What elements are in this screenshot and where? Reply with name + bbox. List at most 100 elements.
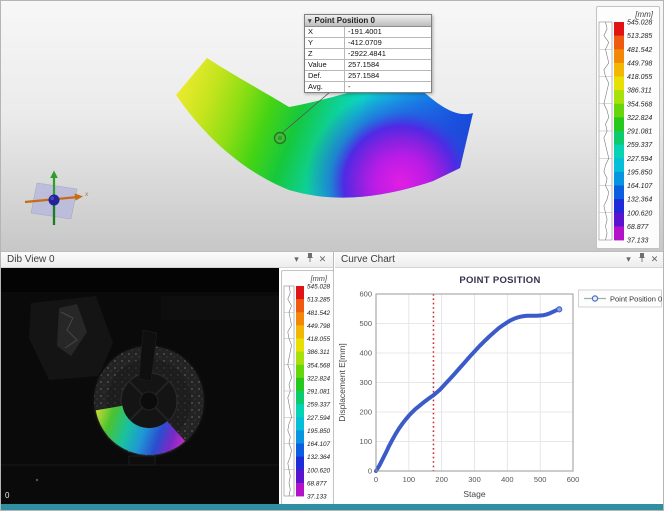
x-tick-label: 400 <box>501 475 514 484</box>
scale-value: 322.824 <box>307 375 331 382</box>
scale-segment <box>296 470 304 484</box>
panel-title: Dib View 0 <box>5 254 290 265</box>
scale-value: 513.285 <box>627 33 652 40</box>
scale-segment <box>296 312 304 326</box>
measure-point-marker[interactable] <box>275 133 286 144</box>
pin-icon[interactable] <box>635 252 648 268</box>
x-tick-label: 0 <box>374 475 378 484</box>
tooltip-title: Point Position 0 <box>315 16 375 25</box>
scale-unit: [mm] <box>310 274 328 283</box>
camera-image-view[interactable]: 0 [mm]545.028513.285481.542449.798418.05… <box>1 268 333 506</box>
scale-value: 449.798 <box>627 60 652 67</box>
x-axis-label: x <box>84 191 89 198</box>
chevron-down-icon[interactable]: ▾ <box>622 252 635 267</box>
color-scale-3d[interactable]: [mm]545.028 513.285 481.542 449.798 418.055 3… <box>596 6 660 249</box>
close-icon[interactable]: ✕ <box>648 252 661 267</box>
scale-segment <box>614 104 624 118</box>
scale-value: 259.337 <box>306 402 331 409</box>
scale-segment <box>614 172 624 186</box>
displacement-chart[interactable]: 01002003004005006000100200300400500600St… <box>335 268 664 506</box>
camera-image[interactable] <box>1 268 279 506</box>
tooltip-header[interactable]: ▾ Point Position 0 <box>305 15 431 27</box>
color-scale-dib[interactable]: [mm]545.028 513.285 481.542 449.798 418.055 3… <box>281 270 334 505</box>
panel-title: Curve Chart <box>339 254 622 265</box>
scale-value: 513.285 <box>307 297 331 304</box>
coordinate-triad[interactable]: x <box>25 171 89 226</box>
dib-view-header[interactable]: Dib View 0 ▾ ✕ <box>1 252 333 268</box>
scale-value: 132.364 <box>307 454 331 461</box>
y-tick-label: 400 <box>359 349 372 358</box>
scale-value: 449.798 <box>307 323 331 330</box>
color-scale: [mm]545.028 513.285 481.542 449.798 418.055 3… <box>282 271 331 502</box>
point-tooltip[interactable]: ▾ Point Position 0 X -191.4001 Y -412.07… <box>304 14 432 93</box>
x-tick-label: 300 <box>468 475 481 484</box>
application-window: x ▾ Point Position 0 X -191.4001 Y -412.… <box>0 0 664 511</box>
scale-value: 100.620 <box>627 210 652 217</box>
scale-value: 481.542 <box>627 47 652 54</box>
scale-value: 418.055 <box>307 336 331 343</box>
scale-segment <box>296 391 304 405</box>
curve-chart-header[interactable]: Curve Chart ▾ ✕ <box>335 252 664 268</box>
y-tick-label: 0 <box>368 467 372 476</box>
scale-unit: [mm] <box>634 10 654 19</box>
scale-segment <box>614 117 624 131</box>
scale-value: 37.133 <box>627 238 649 245</box>
y-tick-label: 600 <box>359 290 372 299</box>
scale-value: 100.620 <box>307 467 331 474</box>
scale-segment <box>614 36 624 50</box>
pin-icon[interactable] <box>303 252 316 268</box>
x-tick-label: 500 <box>534 475 547 484</box>
scale-value: 545.028 <box>307 284 331 291</box>
scale-value: 481.542 <box>307 310 331 317</box>
scale-value: 227.594 <box>626 156 652 163</box>
scale-segment <box>614 145 624 159</box>
scale-segment <box>614 77 624 91</box>
scale-value: 354.568 <box>627 101 652 108</box>
legend-label: Point Position 0 <box>610 295 662 304</box>
scale-value: 164.107 <box>307 441 331 448</box>
scale-value: 195.850 <box>627 169 652 176</box>
scale-value: 322.824 <box>627 115 652 122</box>
scale-segment <box>296 286 304 300</box>
scale-value: 68.877 <box>307 480 327 487</box>
scale-segment <box>296 444 304 458</box>
scale-segment <box>296 352 304 366</box>
scale-segment <box>296 430 304 444</box>
scale-segment <box>614 22 624 36</box>
x-tick-label: 600 <box>567 475 580 484</box>
close-icon[interactable]: ✕ <box>316 252 329 267</box>
scale-value: 291.081 <box>626 129 652 136</box>
scale-segment <box>614 186 624 200</box>
scale-segment <box>614 226 624 240</box>
y-tick-label: 100 <box>359 437 372 446</box>
scale-segment <box>296 365 304 379</box>
tooltip-row-x: X -191.4001 <box>305 27 431 38</box>
scale-value: 195.850 <box>307 428 331 435</box>
scale-segment <box>614 49 624 63</box>
scale-segment <box>296 417 304 431</box>
scale-value: 164.107 <box>627 183 653 190</box>
tooltip-row-z: Z -2922.4841 <box>305 49 431 60</box>
legend[interactable]: Point Position 0 <box>579 290 663 307</box>
scale-segment <box>614 158 624 172</box>
scale-segment <box>296 404 304 418</box>
scale-segment <box>614 63 624 77</box>
tooltip-row-avg: Avg. - <box>305 82 431 92</box>
y-tick-label: 300 <box>359 378 372 387</box>
window-bottom-accent <box>1 504 664 511</box>
chevron-down-icon[interactable]: ▾ <box>290 252 303 267</box>
scale-value: 418.055 <box>627 74 652 81</box>
curve-chart-panel: Curve Chart ▾ ✕ 010020030040050060001002… <box>335 252 664 506</box>
x-tick-label: 200 <box>435 475 448 484</box>
scale-segment <box>296 325 304 339</box>
chevron-down-icon[interactable]: ▾ <box>308 17 312 25</box>
scale-segment <box>296 483 304 497</box>
tooltip-row-value: Value 257.1584 <box>305 60 431 71</box>
3d-view-panel[interactable]: x ▾ Point Position 0 X -191.4001 Y -412.… <box>1 1 663 252</box>
chart-title: POINT POSITION <box>459 275 540 286</box>
tooltip-row-def: Def. 257.1584 <box>305 71 431 82</box>
scale-value: 545.028 <box>627 20 652 27</box>
scale-segment <box>296 378 304 392</box>
scale-segment <box>296 339 304 353</box>
curve-endpoint <box>557 307 562 312</box>
